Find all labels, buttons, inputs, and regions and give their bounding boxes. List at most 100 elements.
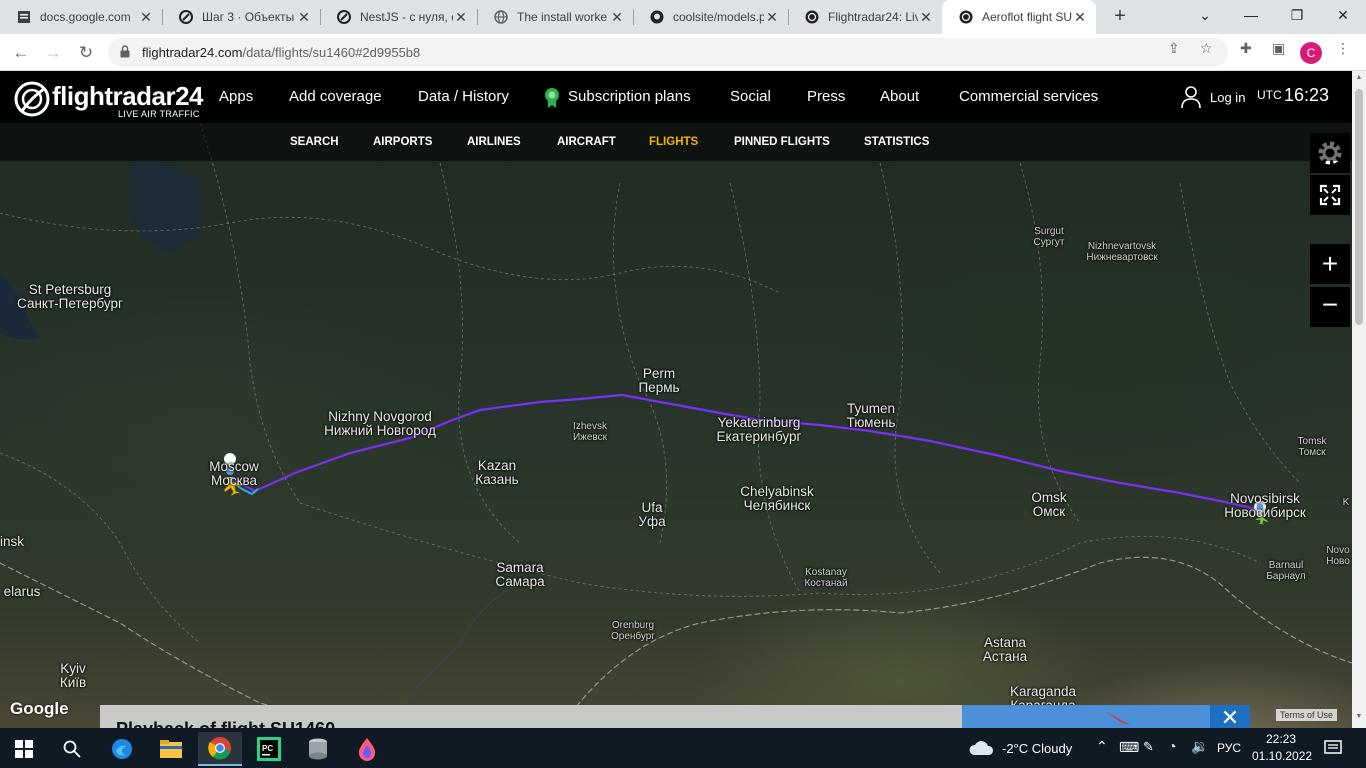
ad-banner[interactable] <box>962 705 1210 728</box>
weather-text[interactable]: -2°C Cloudy <box>1002 741 1072 756</box>
utc-label: UTC <box>1257 88 1282 102</box>
close-tab-icon[interactable]: ✕ <box>609 9 625 26</box>
city-label: Omsk Омск <box>1031 490 1067 519</box>
file-explorer-icon[interactable] <box>149 732 193 766</box>
tab-title: Flightradar24: Liv <box>828 10 918 24</box>
minimize-button[interactable]: — <box>1228 0 1274 34</box>
language-indicator[interactable]: РУС <box>1217 741 1241 755</box>
login-button[interactable]: Log in <box>1180 85 1245 109</box>
city-label: Kazan Казань <box>475 458 519 487</box>
svg-text:PC: PC <box>262 744 273 753</box>
close-tab-icon[interactable]: ✕ <box>1072 9 1088 26</box>
nav-data-history[interactable]: Data / History <box>418 88 509 105</box>
extensions-icon[interactable]: ✚ <box>1240 40 1252 57</box>
close-tab-icon[interactable]: ✕ <box>918 9 934 26</box>
city-label: Yekaterinburg Екатеринбург <box>716 415 802 444</box>
lock-icon[interactable] <box>120 45 130 58</box>
tab-title: The install worke <box>517 10 608 24</box>
search-button[interactable] <box>50 732 94 766</box>
close-tab-icon[interactable]: ✕ <box>764 9 780 26</box>
subnav-statistics[interactable]: STATISTICS <box>864 136 929 148</box>
tab-stepik-objects[interactable]: Шаг 3 · Объекты ✕ <box>162 0 320 34</box>
subnav-search[interactable]: SEARCH <box>290 136 339 148</box>
start-button[interactable] <box>2 732 46 766</box>
tab-aeroflot-flight[interactable]: Aeroflot flight SU ✕ <box>942 0 1096 34</box>
bookmark-star-icon[interactable]: ☆ <box>1200 40 1213 57</box>
url-text[interactable]: flightradar24.com/data/flights/su1460#2d… <box>142 45 420 60</box>
tray-chevron-icon[interactable]: ⌃ <box>1096 738 1108 755</box>
tray-app-icon[interactable]: ⌨ <box>1119 739 1139 756</box>
page-scrollbar[interactable]: ▲ ▼ <box>1352 71 1366 728</box>
logo-wordmark: flightradar24 <box>52 81 204 111</box>
app-icon[interactable] <box>296 732 340 766</box>
subnav-flights[interactable]: FLIGHTS <box>649 136 698 148</box>
chrome-menu-icon[interactable]: ⋮ <box>1336 40 1350 57</box>
wifi-icon[interactable]: ◔ <box>1168 738 1176 754</box>
close-tab-icon[interactable]: ✕ <box>138 9 154 26</box>
taskbar-date[interactable]: 01.10.2022 <box>1252 749 1312 763</box>
tab-title: Aeroflot flight SU <box>982 10 1072 24</box>
city-label: Novosibirsk Новосибирск <box>1224 491 1306 520</box>
windows-taskbar: PC -2°C Cloudy ⌃ ⌨ ✎ ◔ 🔉 РУС 22:23 01.10… <box>0 728 1366 768</box>
profile-avatar[interactable]: C <box>1300 42 1322 64</box>
drop-icon[interactable] <box>345 732 389 766</box>
country-border <box>0 556 1352 728</box>
edge-icon[interactable] <box>100 732 144 766</box>
close-window-button[interactable]: ✕ <box>1320 0 1366 34</box>
city-label: Chelyabinsk Челябинск <box>740 484 814 513</box>
share-icon[interactable]: ⇪ <box>1168 40 1180 57</box>
tab-search-chevron-icon[interactable]: ⌄ <box>1182 0 1228 34</box>
tab-github[interactable]: coolsite/models.p ✕ <box>633 0 788 34</box>
flight-map[interactable]: St Petersburg Санкт-Петербург Moscow Москв… <box>0 123 1352 728</box>
taskbar-clock[interactable]: 22:23 <box>1266 732 1296 746</box>
subnav-aircraft[interactable]: AIRCRAFT <box>557 136 616 148</box>
nav-apps[interactable]: Apps <box>219 88 253 105</box>
side-panel-icon[interactable]: ▣ <box>1272 40 1285 57</box>
playback-panel[interactable]: Playback of flight SU1460 <box>100 705 962 728</box>
zoom-in-button[interactable]: + <box>1310 244 1350 284</box>
tab-install-worked[interactable]: The install worke ✕ <box>477 0 633 34</box>
nav-commercial-services[interactable]: Commercial services <box>959 88 1098 105</box>
scrollbar-thumb[interactable] <box>1355 89 1363 325</box>
close-tab-icon[interactable]: ✕ <box>296 9 312 26</box>
tray-pen-icon[interactable]: ✎ <box>1143 739 1154 755</box>
pycharm-icon[interactable]: PC <box>247 732 291 766</box>
tab-docs-google[interactable]: docs.google.com ✕ <box>0 0 162 34</box>
city-label: Kyiv Київ <box>59 661 87 690</box>
tab-nestjs[interactable]: NestJS - с нуля, с ✕ <box>320 0 477 34</box>
close-tab-icon[interactable]: ✕ <box>453 9 469 26</box>
new-tab-button[interactable]: + <box>1108 4 1132 28</box>
city-label: Ufa Уфа <box>638 500 666 529</box>
subnav-airlines[interactable]: AIRLINES <box>467 136 521 148</box>
nav-social[interactable]: Social <box>730 88 771 105</box>
google-logo: Google <box>10 699 69 718</box>
city-label: Tomsk Томск <box>1297 436 1327 458</box>
scroll-up-arrow-icon[interactable]: ▲ <box>1352 74 1366 81</box>
restore-button[interactable]: ❐ <box>1274 0 1320 34</box>
browser-tab-strip: docs.google.com ✕ Шаг 3 · Объекты ✕ Nest… <box>0 0 1366 34</box>
forward-button[interactable]: → <box>40 40 66 66</box>
subnav-pinned-flights[interactable]: PINNED FLIGHTS <box>734 136 830 148</box>
nav-press[interactable]: Press <box>807 88 845 105</box>
scroll-down-arrow-icon[interactable]: ▼ <box>1352 713 1366 720</box>
terms-of-use-link[interactable]: Terms of Use <box>1276 709 1338 721</box>
nav-about[interactable]: About <box>880 88 919 105</box>
nav-subscription-plans[interactable]: Subscription plans <box>568 88 691 105</box>
tab-flightradar-live[interactable]: Flightradar24: Liv ✕ <box>788 0 942 34</box>
address-bar[interactable]: flightradar24.com/data/flights/su1460#2d… <box>108 38 1228 67</box>
city-label: Kostanay Костанай <box>804 567 848 589</box>
chrome-icon[interactable] <box>198 732 242 766</box>
notifications-icon[interactable] <box>1324 740 1342 756</box>
subnav-airports[interactable]: AIRPORTS <box>373 136 432 148</box>
city-label: Surgut Сургут <box>1033 226 1065 248</box>
city-label: Perm Пермь <box>638 366 680 395</box>
fullscreen-button[interactable] <box>1310 175 1350 215</box>
volume-icon[interactable]: 🔉 <box>1191 738 1208 755</box>
secondary-nav: SEARCH AIRPORTS AIRLINES AIRCRAFT FLIGHT… <box>0 123 1352 161</box>
tab-title: NestJS - с нуля, с <box>360 10 453 24</box>
reload-button[interactable]: ↻ <box>73 40 99 66</box>
back-button[interactable]: ← <box>8 40 34 66</box>
close-ad-button[interactable]: ✕ <box>1210 705 1250 728</box>
zoom-out-button[interactable]: − <box>1310 287 1350 327</box>
nav-add-coverage[interactable]: Add coverage <box>289 88 382 105</box>
